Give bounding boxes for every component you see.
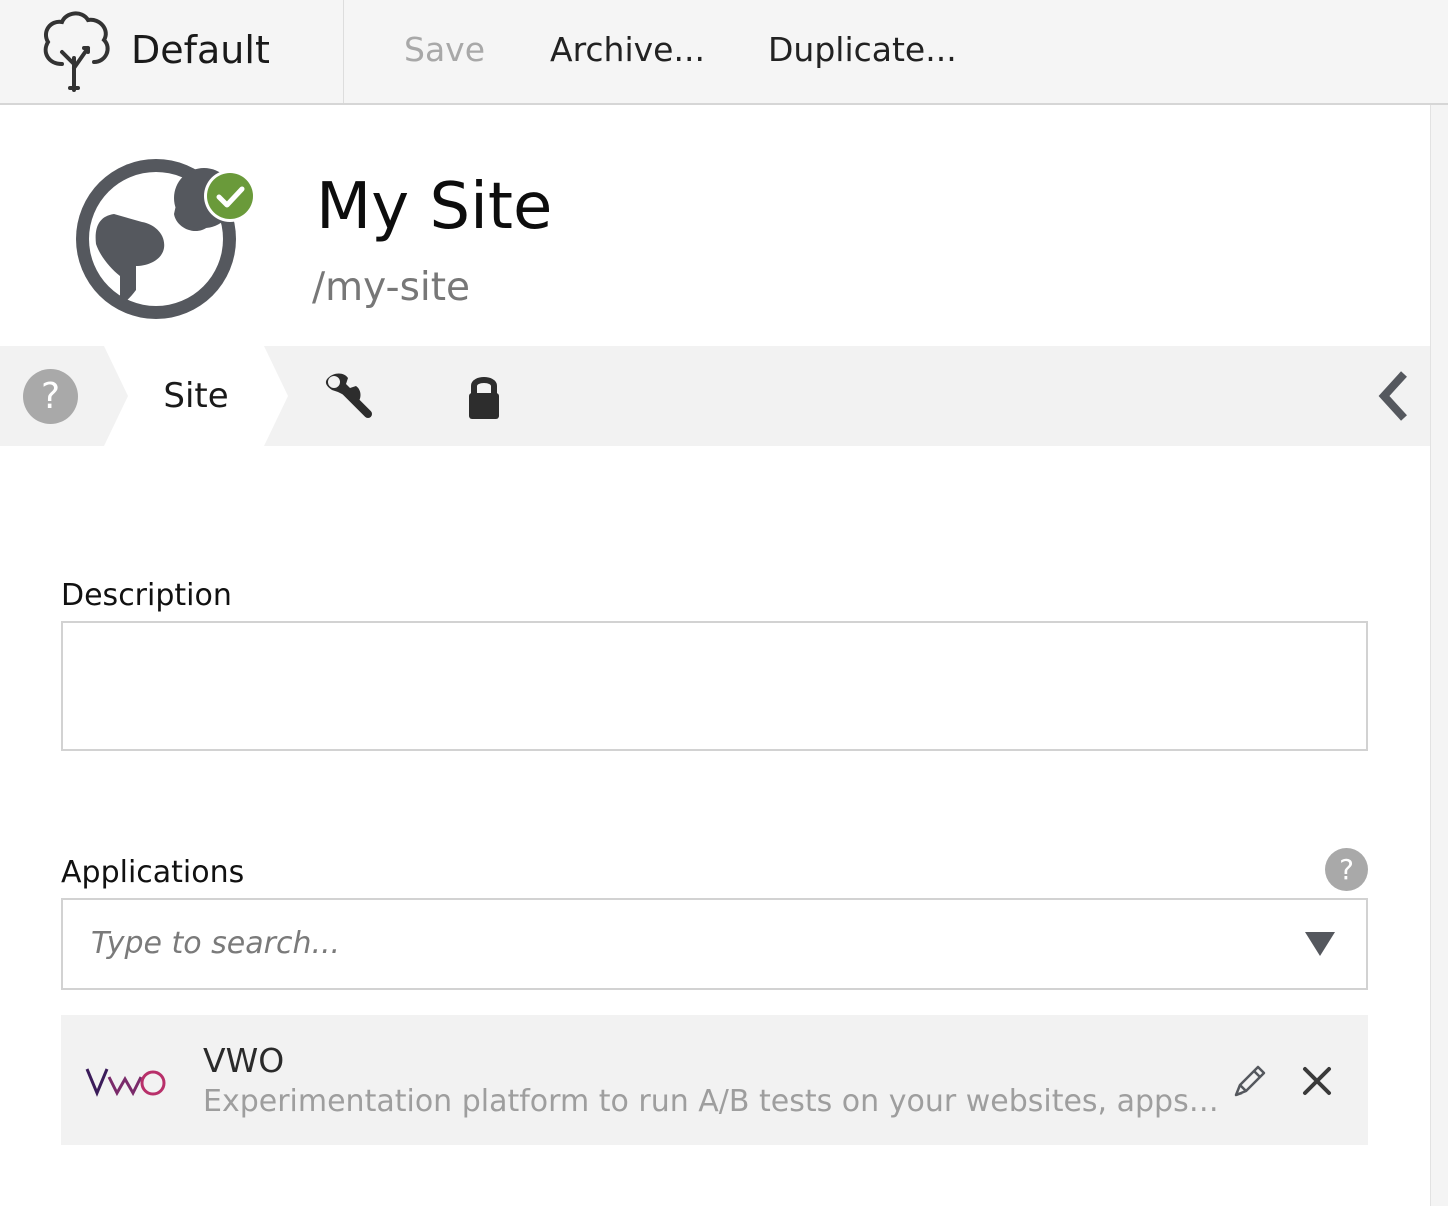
applications-search-input[interactable]: Type to search... [61, 898, 1368, 990]
chevron-left-icon[interactable] [1372, 368, 1416, 424]
application-description: Experimentation platform to run A/B test… [203, 1084, 1219, 1119]
archive-button[interactable]: Archive... [550, 24, 705, 76]
close-icon[interactable] [1301, 1065, 1333, 1097]
brand[interactable]: Default [0, 0, 344, 103]
pencil-icon[interactable] [1232, 1063, 1268, 1099]
application-item: VWO Experimentation platform to run A/B … [61, 1015, 1368, 1145]
site-path: /my-site [312, 265, 471, 310]
duplicate-button[interactable]: Duplicate... [768, 24, 957, 76]
wrench-icon[interactable] [320, 368, 376, 424]
tab-strip: ? Site [0, 346, 1430, 446]
vwo-logo [85, 1068, 166, 1097]
page-title: My Site [316, 170, 553, 244]
lock-icon[interactable] [456, 368, 512, 424]
tab-site[interactable]: Site [104, 346, 288, 446]
tab-site-label: Site [163, 376, 229, 416]
help-icon[interactable]: ? [23, 369, 78, 424]
application-name: VWO [203, 1041, 285, 1080]
scrollbar[interactable] [1430, 105, 1448, 1206]
tree-icon [43, 11, 110, 92]
applications-help-icon[interactable]: ? [1325, 848, 1368, 891]
search-placeholder: Type to search... [91, 926, 341, 961]
check-icon [207, 173, 253, 219]
save-button[interactable]: Save [404, 24, 485, 76]
applications-label: Applications [61, 855, 245, 890]
brand-name: Default [131, 28, 270, 72]
chevron-down-icon[interactable] [1303, 930, 1337, 958]
globe-icon [76, 159, 256, 319]
top-toolbar: Default Save Archive... Duplicate... [0, 0, 1448, 105]
description-label: Description [61, 578, 232, 613]
description-field[interactable] [61, 621, 1368, 751]
